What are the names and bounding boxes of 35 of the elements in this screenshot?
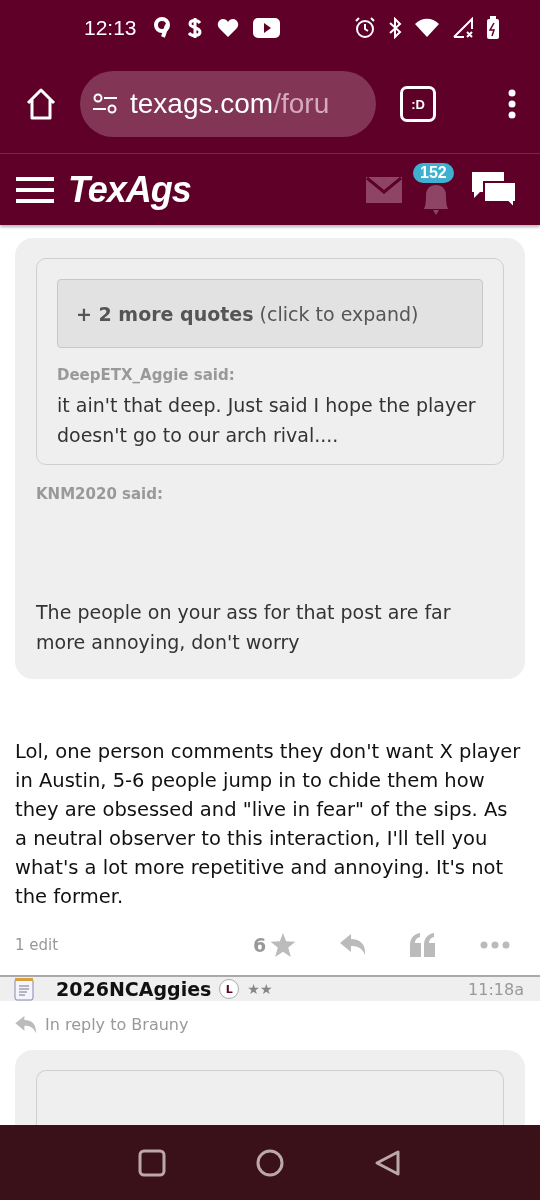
user-badge: L	[219, 979, 240, 999]
menu-icon[interactable]	[16, 175, 54, 204]
site-settings-icon[interactable]	[92, 93, 118, 115]
post-body: Lol, one person comments they don't want X player in Austin, 5-6 people jump in to chide them how they are obsessed and "live in fear" of the sips. As a neutral observer to this interaction, I'll tell you what's a lot more repetitive and annoying. It's not the former.	[15, 739, 522, 910]
heart-icon	[216, 17, 239, 38]
alarm-icon	[354, 16, 376, 39]
expand-quotes-button[interactable]: + 2 more quotes (click to expand)	[57, 279, 483, 348]
quote-text: it ain't that deep. Just said I hope the player doesn't go to our arch rival....	[57, 393, 477, 448]
quote-author: KNM2020 said:	[36, 485, 164, 503]
notification-badge: 152	[413, 162, 454, 183]
tab-switcher[interactable]: :D	[400, 86, 436, 122]
address-bar[interactable]: texags.com/foru	[80, 71, 376, 137]
menu-icon[interactable]	[508, 89, 516, 119]
url-text: texags.com/foru	[130, 88, 330, 120]
back-icon[interactable]	[374, 1148, 402, 1177]
reply-icon	[15, 1015, 37, 1034]
home-icon[interactable]	[24, 87, 58, 121]
bluetooth-icon	[388, 16, 402, 39]
recent-apps-icon[interactable]	[138, 1148, 166, 1177]
clock: 12:13	[84, 15, 137, 40]
signal-icon	[452, 16, 474, 39]
quote-text: The people on your ass for that post are far more annoying, don't worry	[36, 600, 452, 655]
wifi-icon	[414, 17, 440, 38]
post-time: 11:18a	[468, 979, 524, 999]
home-icon[interactable]	[256, 1148, 284, 1177]
star-count: 6	[253, 934, 267, 956]
rank-stars: ★★	[247, 981, 273, 997]
battery-icon	[486, 15, 500, 40]
dollar-icon	[186, 16, 203, 39]
username[interactable]: 2026NCAggies	[56, 978, 212, 1000]
star-icon[interactable]	[270, 933, 297, 957]
video-icon	[252, 17, 280, 38]
site-logo[interactable]: TexAgs	[68, 168, 191, 211]
quote-author: DeepETX_Aggie said:	[57, 366, 236, 384]
notepad-icon	[14, 977, 34, 1001]
